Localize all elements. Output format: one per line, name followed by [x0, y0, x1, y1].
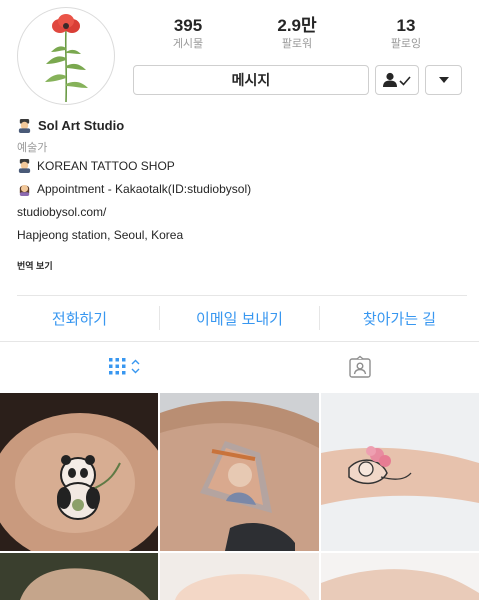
bio-website-link[interactable]: studiobysol.com/: [17, 205, 106, 219]
posts-count: 395: [173, 16, 203, 35]
photo-tile-6[interactable]: [321, 553, 479, 600]
bio-appointment-text: Appointment - Kakaotalk(ID:studiobysol): [37, 181, 252, 196]
tagged-photo-icon: [349, 355, 371, 378]
tattoo-photo: [160, 553, 319, 600]
photo-tile-4[interactable]: [0, 553, 158, 600]
triangle-down-icon: [438, 77, 449, 83]
bio-shop-text: KOREAN TATTOO SHOP: [37, 158, 175, 173]
more-options-button[interactable]: [425, 65, 462, 95]
photo-tile-portrait[interactable]: [160, 393, 319, 551]
photo-tile-5[interactable]: [160, 553, 319, 600]
poppy-flower-image: [45, 14, 88, 103]
following-button[interactable]: [375, 65, 419, 95]
posts-stat[interactable]: 395 게시물: [143, 16, 233, 52]
tattoo-photo: [0, 393, 158, 551]
bio-website-text: studiobysol.com/: [17, 205, 107, 219]
followers-count: 2.9만: [277, 16, 317, 35]
woman-emoji-icon: [19, 184, 30, 196]
person-emoji-icon: [18, 158, 31, 173]
photo-tile-floral[interactable]: [321, 393, 479, 551]
grid-tab[interactable]: [106, 356, 146, 380]
profile-name-text: Sol Art Studio: [38, 118, 125, 133]
divider-top: [17, 295, 467, 296]
translate-link[interactable]: 번역 보기: [17, 259, 53, 272]
call-button[interactable]: 전화하기: [0, 308, 159, 330]
followers-stat[interactable]: 2.9만 팔로워: [252, 16, 342, 52]
posts-label: 게시물: [172, 38, 204, 50]
person-check-icon: [383, 72, 411, 87]
email-button[interactable]: 이메일 보내기: [160, 308, 319, 330]
tagged-tab[interactable]: [348, 355, 372, 379]
grid-icon: [109, 358, 140, 375]
profile-avatar[interactable]: [17, 7, 115, 105]
bio-line-appointment: Appointment - Kakaotalk(ID:studiobysol): [17, 181, 251, 196]
following-label: 팔로잉: [390, 38, 422, 50]
bio-line-shop: KOREAN TATTOO SHOP: [17, 158, 175, 173]
following-count: 13: [396, 16, 416, 35]
bio-location-text: Hapjeong station, Seoul, Korea: [17, 228, 184, 242]
tattoo-photo: [160, 393, 319, 551]
tattoo-photo: [321, 553, 479, 600]
message-button-label: 메시지: [231, 72, 271, 88]
message-button[interactable]: 메시지: [133, 65, 369, 95]
profile-name: Sol Art Studio: [17, 118, 124, 133]
bio-location: Hapjeong station, Seoul, Korea: [17, 228, 183, 242]
person-emoji-icon: [18, 118, 31, 133]
tattoo-photo: [321, 393, 479, 551]
directions-button[interactable]: 찾아가는 길: [320, 308, 479, 330]
profile-category: 예술가: [17, 142, 48, 154]
photo-tile-panda[interactable]: [0, 393, 158, 551]
tattoo-photo: [0, 553, 158, 600]
divider-middle: [0, 341, 479, 342]
following-stat[interactable]: 13 팔로잉: [361, 16, 451, 52]
followers-label: 팔로워: [281, 38, 313, 50]
